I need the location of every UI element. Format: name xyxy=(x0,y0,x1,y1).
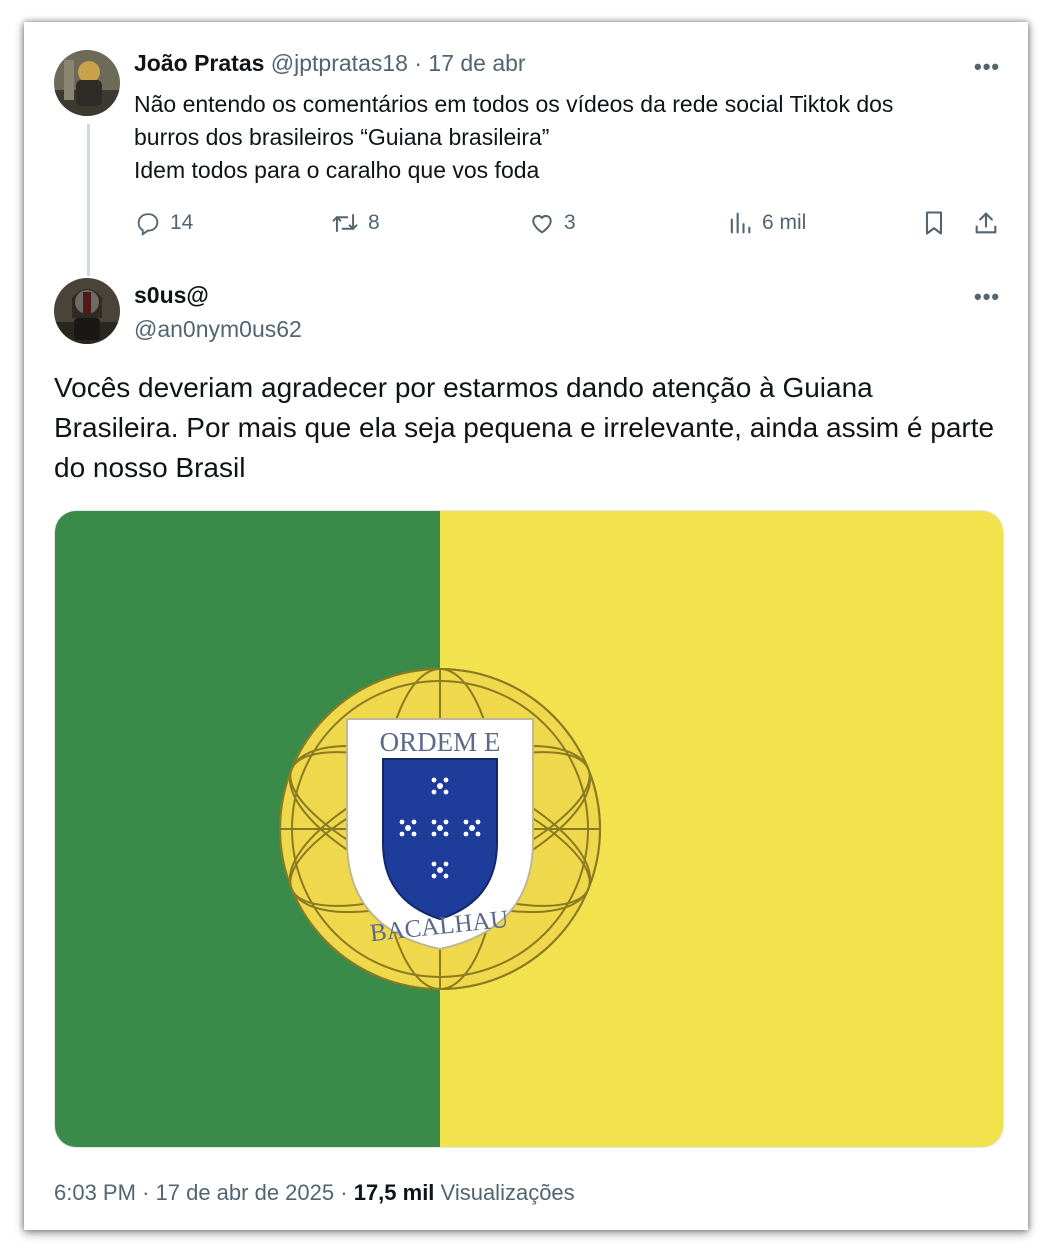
reply-author-handle[interactable]: @jptpratas18 xyxy=(271,50,408,76)
reply-separator: · xyxy=(414,50,423,76)
share-button[interactable] xyxy=(972,206,1000,240)
like-count: 3 xyxy=(564,211,576,234)
repost-button[interactable]: 8 xyxy=(330,206,380,240)
emblem-text-top: ORDEM E xyxy=(380,727,501,757)
reply-text: Não entendo os comentários em todos os v… xyxy=(134,88,1014,187)
repost-count: 8 xyxy=(368,211,380,234)
footer-separator: · xyxy=(340,1180,348,1205)
share-icon xyxy=(972,209,1000,237)
footer-separator: · xyxy=(142,1180,150,1205)
tweet-card: João Pratas @jptpratas18 · 17 de abr •••… xyxy=(24,22,1028,1230)
comment-icon xyxy=(134,209,162,237)
reply-text-line: burros dos brasileiros “Guiana brasileir… xyxy=(134,124,550,150)
post-text: Vocês deveriam agradecer por estarmos da… xyxy=(54,372,995,483)
post-more-button[interactable]: ••• xyxy=(974,284,1000,310)
reply-text-line: Idem todos para o caralho que vos foda xyxy=(134,157,540,183)
bookmark-button[interactable] xyxy=(920,206,948,240)
post-date[interactable]: 17 de abr de 2025 xyxy=(156,1180,335,1205)
reply-date[interactable]: 17 de abr xyxy=(428,50,525,76)
post-views-count: 17,5 mil xyxy=(353,1180,435,1205)
reply-author-name[interactable]: João Pratas xyxy=(134,50,264,76)
reply-header: João Pratas @jptpratas18 · 17 de abr xyxy=(134,50,526,77)
reply-count: 14 xyxy=(170,211,194,234)
reply-action-bar: 14 8 3 6 mil xyxy=(134,206,1004,242)
post-time[interactable]: 6:03 PM xyxy=(54,1180,136,1205)
heart-icon xyxy=(528,209,556,237)
reply-button[interactable]: 14 xyxy=(134,206,193,240)
reply-more-button[interactable]: ••• xyxy=(974,54,1000,80)
post-image[interactable]: ORDEM E BACALHAU xyxy=(54,510,1004,1148)
thread-line xyxy=(87,124,90,276)
post-footer: 6:03 PM · 17 de abr de 2025 · 17,5 mil V… xyxy=(54,1180,575,1206)
views-button[interactable]: 6 mil xyxy=(726,206,806,240)
views-count: 6 mil xyxy=(762,211,807,234)
repost-icon xyxy=(330,209,360,237)
post-author-name[interactable]: s0us@ xyxy=(134,282,209,309)
reply-text-line: Não entendo os comentários em todos os v… xyxy=(134,91,894,117)
post-views-label: Visualizações xyxy=(440,1180,575,1205)
bar-chart-icon xyxy=(726,209,754,237)
reply-author-avatar[interactable] xyxy=(54,50,120,116)
bookmark-icon xyxy=(920,209,948,237)
post-author-avatar[interactable] xyxy=(54,278,120,344)
post-author-handle[interactable]: @an0nym0us62 xyxy=(134,316,302,343)
like-button[interactable]: 3 xyxy=(528,206,576,240)
